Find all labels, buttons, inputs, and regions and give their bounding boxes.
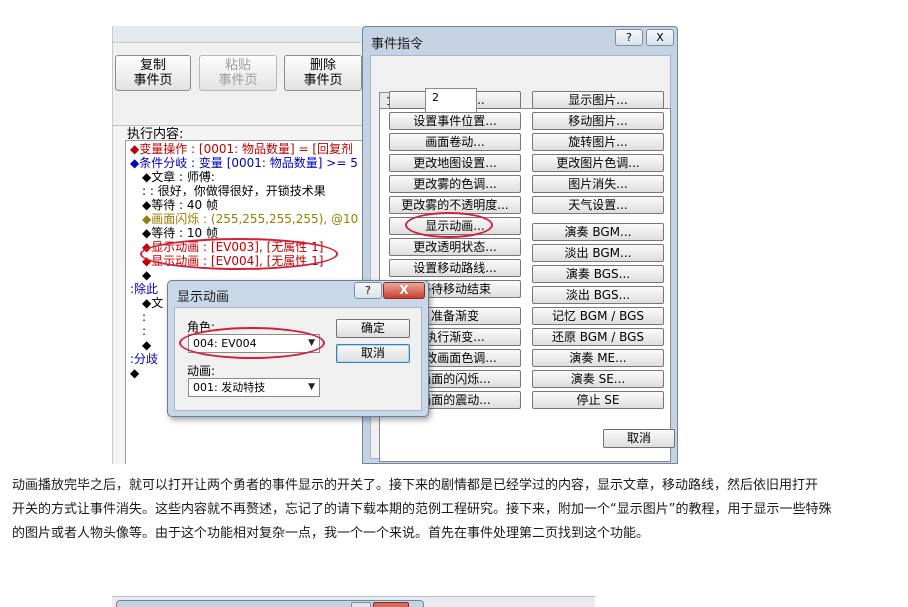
command-button-right[interactable]: 更改图片色调... [532, 154, 664, 172]
article-paragraph-line: 开关的方式让事件消失。这些内容就不再赘述，忘记了的请下载本期的范例工程研究。接下… [12, 502, 832, 517]
delete-event-page-button[interactable]: 删除 事件页 [284, 55, 362, 91]
button-label-line2: 事件页 [218, 73, 258, 88]
command-button-right[interactable]: 天气设置... [532, 196, 664, 214]
list-item[interactable]: : : 很好，你做得很好，开锁技术果 [142, 185, 326, 198]
button-label-line1: 删除 [309, 58, 336, 73]
article-paragraph-line: 的图片或者人物头像等。由于这个功能相对复杂一点，我一个一个来说。首先在事件处理第… [12, 526, 650, 541]
button-label-line2: 事件页 [133, 73, 173, 88]
list-item[interactable]: ◆等待 : 40 帧 [142, 199, 218, 212]
help-icon[interactable]: ? [354, 282, 382, 299]
cancel-button[interactable]: 取消 [603, 429, 675, 448]
show-animation-dialog: 显示动画 ? X 角色: 004: EV004 ▼ 动画: 001: 发动特技 … [167, 280, 429, 417]
list-item[interactable]: ◆文 [142, 297, 163, 310]
list-item[interactable]: : [142, 325, 146, 338]
button-label-line1: 复制 [139, 58, 166, 73]
dropdown-arrow-icon: ▼ [308, 382, 315, 392]
list-item[interactable]: ◆变量操作 : [0001: 物品数量] = [回复剂 [130, 143, 353, 156]
next-screenshot-preview [112, 596, 595, 607]
role-select-value: 004: EV004 [193, 337, 257, 350]
dialog-title: 显示动画 [177, 290, 230, 305]
list-item[interactable]: ◆显示动画 : [EV004], [无属性 1] [142, 255, 323, 268]
list-item[interactable]: ◆ [142, 339, 151, 352]
role-label: 角色: [187, 320, 216, 334]
command-button-right[interactable]: 演奏 BGS... [532, 265, 664, 283]
command-button-left[interactable]: 设置事件位置... [389, 112, 521, 130]
command-button-right[interactable]: 淡出 BGM... [532, 244, 664, 262]
ok-button[interactable]: 确定 [336, 319, 410, 338]
list-item[interactable]: ◆显示动画 : [EV003], [无属性 1] [142, 241, 323, 254]
command-button-right[interactable]: 淡出 BGS... [532, 286, 664, 304]
command-button-right[interactable]: 停止 SE [532, 391, 664, 409]
command-button-right[interactable]: 移动图片... [532, 112, 664, 130]
button-label-line2: 事件页 [303, 73, 343, 88]
command-button-left[interactable]: 更改地图设置... [389, 154, 521, 172]
list-item[interactable]: ◆ [142, 269, 151, 282]
help-icon[interactable]: ? [615, 29, 643, 46]
command-button-right[interactable]: 图片消失... [532, 175, 664, 193]
command-button-left[interactable]: 画面卷动... [389, 133, 521, 151]
article-paragraph-line: 动画播放完毕之后，就可以打开让两个勇者的事件显示的开关了。接下来的剧情都是已经学… [12, 478, 819, 493]
command-button-left[interactable]: 设置移动路线... [389, 259, 521, 277]
close-icon[interactable]: X [383, 282, 425, 299]
command-button-left[interactable]: 更改雾的不透明度... [389, 196, 521, 214]
command-button-right[interactable]: 演奏 BGM... [532, 223, 664, 241]
role-select[interactable]: 004: EV004 ▼ [188, 334, 320, 353]
close-icon[interactable]: X [646, 29, 674, 46]
list-item[interactable]: :分歧 [130, 353, 158, 366]
list-item[interactable]: ◆条件分岐 : 变量 [0001: 物品数量] >= 5 [130, 157, 358, 170]
animation-select-value: 001: 发动特技 [193, 381, 266, 394]
event-page-toolbar: 复制 事件页 粘贴 事件页 删除 事件页 [113, 44, 366, 126]
button-label-line1: 粘贴 [224, 58, 251, 73]
dialog-body: 角色: 004: EV004 ▼ 动画: 001: 发动特技 ▼ 确定 取消 [174, 307, 422, 411]
animation-select[interactable]: 001: 发动特技 ▼ [188, 378, 320, 397]
preview-window-frame [116, 600, 424, 607]
command-button-right[interactable]: 演奏 ME... [532, 349, 664, 367]
list-item[interactable]: ◆ [130, 367, 139, 380]
close-icon [373, 602, 409, 607]
window-title: 事件指令 [371, 37, 424, 52]
command-button-right[interactable]: 显示图片... [532, 91, 664, 109]
list-item[interactable]: :除此 [130, 283, 158, 296]
paste-event-page-button[interactable]: 粘贴 事件页 [199, 55, 277, 91]
list-item[interactable]: ◆画面闪烁 : (255,255,255,255), @10 [142, 213, 358, 226]
command-button-right[interactable]: 记忆 BGM / BGS [532, 307, 664, 325]
list-item[interactable]: ◆等待 : 10 帧 [142, 227, 218, 240]
command-button-left[interactable]: 更改雾的色调... [389, 175, 521, 193]
command-button-right[interactable]: 还原 BGM / BGS [532, 328, 664, 346]
list-item[interactable]: ◆文章 : 师傅: [142, 171, 215, 184]
tab-page-2[interactable]: 2 [425, 88, 477, 112]
copy-event-page-button[interactable]: 复制 事件页 [115, 55, 191, 91]
command-button-right[interactable]: 演奏 SE... [532, 370, 664, 388]
help-icon [351, 602, 371, 607]
dropdown-arrow-icon: ▼ [308, 338, 315, 348]
editor-top-strip [113, 26, 366, 43]
article-body: 动画播放完毕之后，就可以打开让两个勇者的事件显示的开关了。接下来的剧情都是已经学… [12, 474, 896, 546]
command-button-right[interactable]: 旋转图片... [532, 133, 664, 151]
list-item[interactable]: : [142, 311, 146, 324]
cancel-button[interactable]: 取消 [336, 344, 410, 363]
animation-label: 动画: [187, 364, 216, 378]
command-button-left[interactable]: 更改透明状态... [389, 238, 521, 256]
show-animation-command-button[interactable]: 显示动画... [389, 217, 521, 235]
